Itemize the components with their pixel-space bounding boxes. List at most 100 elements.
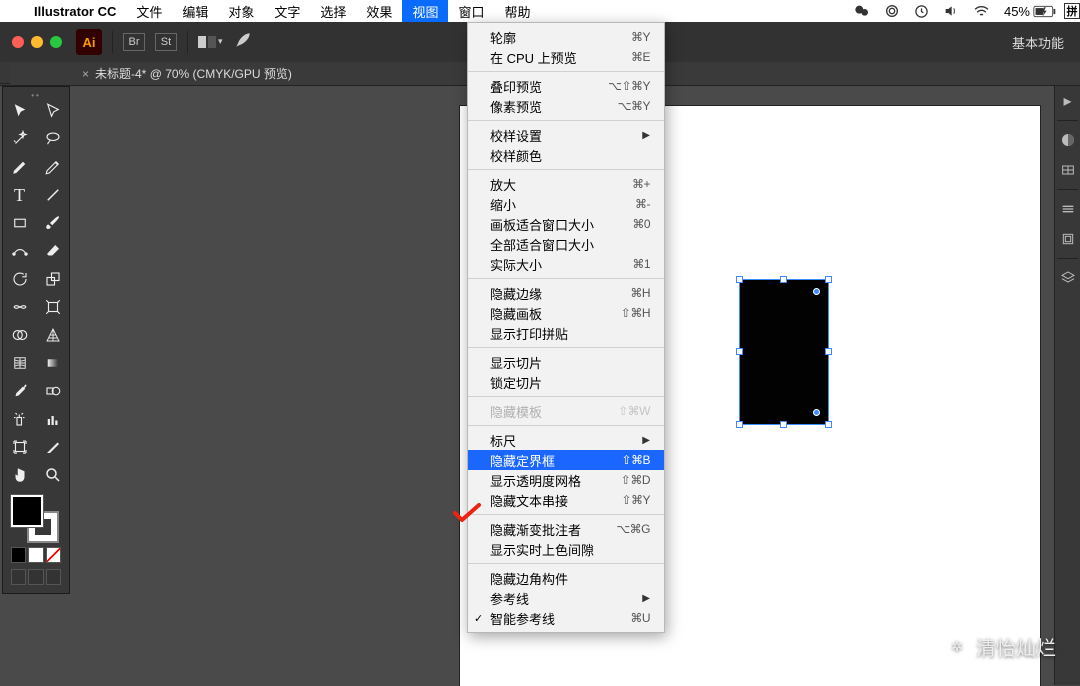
color-mode-icon[interactable] bbox=[11, 547, 26, 563]
menu-window[interactable]: 窗口 bbox=[448, 0, 494, 22]
menu-item[interactable]: 放大⌘+ bbox=[468, 174, 664, 194]
bbox-handle[interactable] bbox=[780, 421, 787, 428]
wifi-status-icon[interactable] bbox=[966, 3, 997, 20]
menu-item[interactable]: 校样颜色 bbox=[468, 145, 664, 165]
menu-effect[interactable]: 效果 bbox=[356, 0, 402, 22]
menu-item[interactable]: 实际大小⌘1 bbox=[468, 254, 664, 274]
symbol-sprayer-tool[interactable] bbox=[3, 405, 36, 433]
wechat-status-icon[interactable] bbox=[847, 3, 877, 19]
input-method-icon[interactable]: 拼 bbox=[1064, 3, 1080, 19]
free-transform-tool[interactable] bbox=[36, 293, 69, 321]
menu-item[interactable]: 像素预览⌥⌘Y bbox=[468, 96, 664, 116]
shape-builder-tool[interactable] bbox=[3, 321, 36, 349]
bridge-badge[interactable]: Br bbox=[123, 33, 145, 51]
menu-select[interactable]: 选择 bbox=[310, 0, 356, 22]
window-minimize-button[interactable] bbox=[31, 36, 43, 48]
gradient-mode-icon[interactable] bbox=[28, 547, 43, 563]
menu-item[interactable]: 画板适合窗口大小⌘0 bbox=[468, 214, 664, 234]
bbox-handle[interactable] bbox=[825, 348, 832, 355]
menu-type[interactable]: 文字 bbox=[264, 0, 310, 22]
bbox-handle[interactable] bbox=[736, 276, 743, 283]
tab-close-icon[interactable]: × bbox=[82, 67, 89, 81]
layers-panel-icon[interactable] bbox=[1055, 263, 1080, 293]
app-name[interactable]: Illustrator CC bbox=[24, 4, 126, 19]
eraser-tool[interactable] bbox=[36, 237, 69, 265]
corner-widget-icon[interactable] bbox=[813, 409, 820, 416]
rectangle-tool[interactable] bbox=[3, 209, 36, 237]
scale-tool[interactable] bbox=[36, 265, 69, 293]
menu-item[interactable]: 锁定切片 bbox=[468, 372, 664, 392]
type-tool[interactable]: T bbox=[3, 181, 36, 209]
bbox-handle[interactable] bbox=[780, 276, 787, 283]
rotate-tool[interactable] bbox=[3, 265, 36, 293]
window-close-button[interactable] bbox=[12, 36, 24, 48]
menu-item[interactable]: 参考线▶ bbox=[468, 588, 664, 608]
arrange-documents-icon[interactable]: ▾ bbox=[198, 36, 223, 48]
artboard-tool[interactable] bbox=[3, 433, 36, 461]
feather-icon[interactable] bbox=[233, 30, 253, 55]
window-zoom-button[interactable] bbox=[50, 36, 62, 48]
none-mode-icon[interactable] bbox=[46, 547, 61, 563]
menu-item[interactable]: 缩小⌘- bbox=[468, 194, 664, 214]
bbox-handle[interactable] bbox=[736, 348, 743, 355]
menu-item[interactable]: 显示切片 bbox=[468, 352, 664, 372]
volume-status-icon[interactable] bbox=[936, 3, 966, 19]
blend-tool[interactable] bbox=[36, 377, 69, 405]
panel-expand-icon[interactable]: ▸ bbox=[1055, 86, 1080, 116]
menu-object[interactable]: 对象 bbox=[218, 0, 264, 22]
draw-inside-icon[interactable] bbox=[46, 569, 61, 585]
corner-widget-icon[interactable] bbox=[813, 288, 820, 295]
slice-tool[interactable] bbox=[36, 433, 69, 461]
menu-item[interactable]: 显示透明度网格⇧⌘D bbox=[468, 470, 664, 490]
menu-item[interactable]: 在 CPU 上预览⌘E bbox=[468, 47, 664, 67]
menu-edit[interactable]: 编辑 bbox=[172, 0, 218, 22]
menu-item[interactable]: 隐藏渐变批注者⌥⌘G bbox=[468, 519, 664, 539]
fill-swatch[interactable] bbox=[11, 495, 43, 527]
menu-item[interactable]: 隐藏边角构件 bbox=[468, 568, 664, 588]
menu-view[interactable]: 视图 bbox=[402, 0, 448, 22]
menu-item[interactable]: 隐藏定界框⇧⌘B bbox=[468, 450, 664, 470]
menu-item[interactable]: ✓智能参考线⌘U bbox=[468, 608, 664, 628]
draw-normal-icon[interactable] bbox=[11, 569, 26, 585]
menu-help[interactable]: 帮助 bbox=[494, 0, 540, 22]
menu-item[interactable]: 隐藏画板⇧⌘H bbox=[468, 303, 664, 323]
clock-status-icon[interactable] bbox=[907, 4, 936, 19]
swatches-panel-icon[interactable] bbox=[1055, 155, 1080, 185]
zoom-tool[interactable] bbox=[36, 461, 69, 489]
menu-item[interactable]: 显示实时上色间隙 bbox=[468, 539, 664, 559]
shaper-tool[interactable] bbox=[3, 237, 36, 265]
column-graph-tool[interactable] bbox=[36, 405, 69, 433]
draw-behind-icon[interactable] bbox=[28, 569, 43, 585]
bbox-handle[interactable] bbox=[736, 421, 743, 428]
eyedropper-tool[interactable] bbox=[3, 377, 36, 405]
libraries-panel-icon[interactable] bbox=[1055, 224, 1080, 254]
pen-tool[interactable] bbox=[3, 153, 36, 181]
battery-status[interactable]: 45% bbox=[997, 4, 1064, 19]
paintbrush-tool[interactable] bbox=[36, 209, 69, 237]
direct-selection-tool[interactable] bbox=[36, 97, 69, 125]
selected-rectangle-object[interactable] bbox=[740, 280, 828, 424]
stock-badge[interactable]: St bbox=[155, 33, 177, 51]
menu-item[interactable]: 轮廓⌘Y bbox=[468, 27, 664, 47]
menu-item[interactable]: 全部适合窗口大小 bbox=[468, 234, 664, 254]
color-panel-icon[interactable] bbox=[1055, 125, 1080, 155]
selection-tool[interactable] bbox=[3, 97, 36, 125]
menu-item[interactable]: 标尺▶ bbox=[468, 430, 664, 450]
bbox-handle[interactable] bbox=[825, 276, 832, 283]
menu-item[interactable]: 校样设置▶ bbox=[468, 125, 664, 145]
menu-item[interactable]: 显示打印拼贴 bbox=[468, 323, 664, 343]
perspective-grid-tool[interactable] bbox=[36, 321, 69, 349]
line-segment-tool[interactable] bbox=[36, 181, 69, 209]
mesh-tool[interactable] bbox=[3, 349, 36, 377]
document-tab-title[interactable]: 未标题-4* @ 70% (CMYK/GPU 预览) bbox=[95, 65, 292, 82]
lasso-tool[interactable] bbox=[36, 125, 69, 153]
menu-item[interactable]: 叠印预览⌥⇧⌘Y bbox=[468, 76, 664, 96]
bbox-handle[interactable] bbox=[825, 421, 832, 428]
cc-status-icon[interactable] bbox=[877, 3, 907, 19]
fill-stroke-swatches[interactable] bbox=[3, 489, 69, 593]
width-tool[interactable] bbox=[3, 293, 36, 321]
menu-item[interactable]: 隐藏边缘⌘H bbox=[468, 283, 664, 303]
menu-file[interactable]: 文件 bbox=[126, 0, 172, 22]
hand-tool[interactable] bbox=[3, 461, 36, 489]
magic-wand-tool[interactable] bbox=[3, 125, 36, 153]
